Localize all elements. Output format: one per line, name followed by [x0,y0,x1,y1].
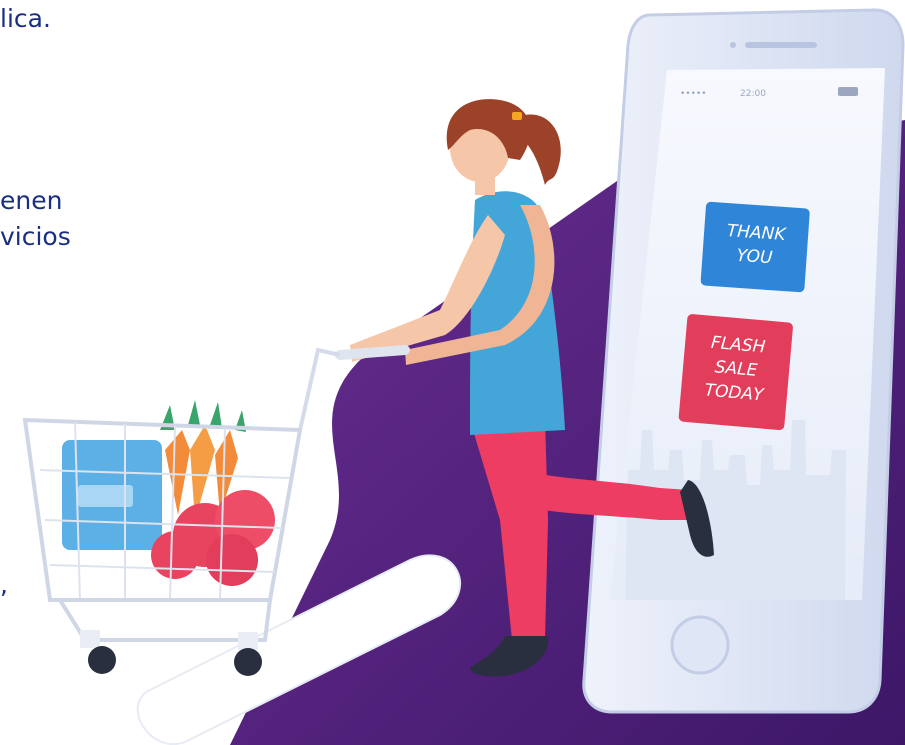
status-time: 22:00 [740,89,766,99]
status-signal: ••••• [680,89,707,99]
cart-wheel-left [88,646,116,674]
thank-you-line-2: YOU [736,246,774,268]
thank-you-line-1: THANK [726,221,788,245]
cart-wheel-right [234,648,262,676]
flash-sale-sign: FLASH SALE TODAY [678,314,793,431]
battery-icon [838,87,858,96]
online-shopping-illustration: ••••• 22:00 THANK YOU FLASH SALE TODAY [22,8,905,745]
thank-you-sign: THANK YOU [700,201,810,293]
flash-sale-line-2: SALE [714,357,758,381]
